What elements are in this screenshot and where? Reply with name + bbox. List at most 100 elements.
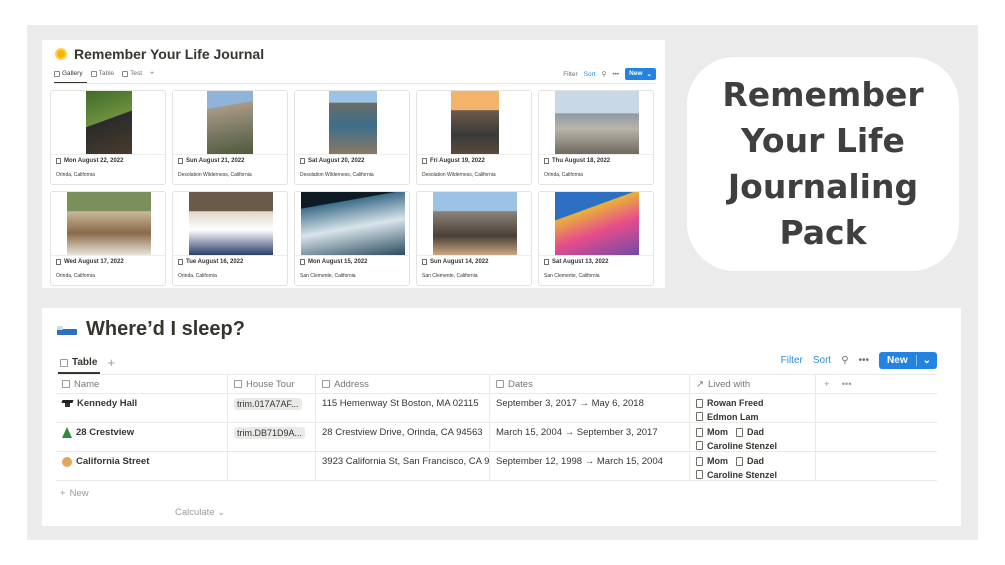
page-icon (422, 259, 427, 265)
card-date: Wed August 17, 2022 (56, 259, 124, 265)
cover-photo (451, 91, 499, 154)
gallery-card[interactable]: Tue August 16, 2022 Orinda, California (172, 191, 288, 286)
card-cover (51, 192, 165, 256)
calendar-icon (496, 380, 504, 388)
bed-icon (56, 323, 78, 337)
column-more-button[interactable]: ••• (842, 379, 852, 390)
column-header-house-tour[interactable]: House Tour (228, 375, 316, 393)
dates-cell[interactable]: March 15, 2004 → September 3, 2017 (490, 423, 690, 451)
table-row[interactable]: 28 Crestview trim.DB71D9A... 28 Crestview … (56, 423, 937, 452)
gallery-card[interactable]: Mon August 22, 2022 Orinda, California (50, 90, 166, 185)
page-icon (736, 427, 743, 437)
lived-with-cell[interactable]: Mom Dad Caroline Stenzel (690, 423, 816, 451)
add-column-button[interactable]: + (824, 379, 830, 390)
search-icon[interactable]: ⚲ (602, 70, 607, 78)
cover-photo (86, 91, 132, 154)
file-attachment[interactable]: trim.DB71D9A... (234, 427, 306, 439)
card-cover (173, 91, 287, 155)
cover-photo (555, 192, 639, 255)
address-cell[interactable]: 28 Crestview Drive, Orinda, CA 94563 (316, 423, 490, 451)
house-tour-cell[interactable] (228, 452, 316, 480)
tab-table[interactable]: Table (60, 357, 97, 368)
house-tour-cell[interactable]: trim.017A7AF... (228, 394, 316, 422)
dates-cell[interactable]: September 12, 1998 → March 15, 2004 (490, 452, 690, 480)
page-icon (422, 158, 427, 164)
add-view-button[interactable]: + (150, 70, 154, 77)
gallery-card[interactable]: Fri August 19, 2022 Desolation Wilderness… (416, 90, 532, 185)
gallery-card[interactable]: Wed August 17, 2022 Orinda, California (50, 191, 166, 286)
gallery-card[interactable]: Mon August 15, 2022 San Clemente, Califor… (294, 191, 410, 286)
column-header-address[interactable]: Address (316, 375, 490, 393)
name-cell[interactable]: Kennedy Hall (56, 394, 228, 422)
relation-item[interactable]: Dad (736, 426, 764, 438)
card-cover (295, 192, 409, 256)
gallery-title-text: Remember Your Life Journal (74, 46, 265, 62)
sleep-table: Name House Tour Address Dates ↗ Lived wit… (56, 374, 937, 481)
address-cell[interactable]: 3923 California St, San Francisco, CA 94 (316, 452, 490, 480)
gallery-card[interactable]: Thu August 18, 2022 Orinda, California (538, 90, 654, 185)
tab-test[interactable]: Test (122, 70, 142, 77)
new-row-button[interactable]: + New (60, 488, 89, 499)
column-header-dates[interactable]: Dates (490, 375, 690, 393)
add-view-button[interactable]: + (107, 355, 115, 370)
column-header-name[interactable]: Name (56, 375, 228, 393)
gallery-card[interactable]: Sat August 20, 2022 Desolation Wilderness… (294, 90, 410, 185)
relation-item[interactable]: Edmon Lam (696, 411, 759, 423)
card-cover (539, 192, 653, 256)
card-date: Sun August 14, 2022 (422, 259, 488, 265)
page-icon (56, 158, 61, 164)
filter-button[interactable]: Filter (781, 355, 803, 366)
gallery-card[interactable]: Sun August 21, 2022 Desolation Wilderness… (172, 90, 288, 185)
sort-button[interactable]: Sort (584, 71, 596, 78)
card-location: Orinda, California (544, 172, 583, 178)
card-location: San Clemente, California (300, 273, 356, 279)
cover-photo (555, 91, 639, 154)
name-cell[interactable]: California Street (56, 452, 228, 480)
search-icon[interactable]: ⚲ (841, 355, 848, 366)
relation-item[interactable]: Mom (696, 455, 728, 467)
gallery-card[interactable]: Sun August 14, 2022 San Clemente, Califor… (416, 191, 532, 286)
relation-item[interactable]: Caroline Stenzel (696, 440, 777, 452)
file-attachment[interactable]: trim.017A7AF... (234, 398, 302, 410)
card-location: San Clemente, California (544, 273, 600, 279)
more-button[interactable]: ••• (859, 355, 870, 366)
lived-with-cell[interactable]: Mom Dad Caroline Stenzel (690, 452, 816, 480)
table-row[interactable]: Kennedy Hall trim.017A7AF... 115 Hemenway … (56, 394, 937, 423)
page-icon (696, 470, 703, 479)
lived-with-cell[interactable]: Rowan Freed Edmon Lam (690, 394, 816, 422)
gallery-icon (54, 70, 60, 77)
lines-icon (322, 380, 330, 388)
cover-photo (433, 192, 517, 255)
dates-cell[interactable]: September 3, 2017 → May 6, 2018 (490, 394, 690, 422)
card-date: Mon August 22, 2022 (56, 158, 123, 164)
tab-table[interactable]: Table (90, 70, 114, 77)
new-button[interactable]: New ⌄ (625, 68, 656, 80)
sort-button[interactable]: Sort (813, 355, 831, 366)
relation-item[interactable]: Rowan Freed (696, 397, 764, 409)
more-button[interactable]: ••• (612, 71, 619, 78)
calculate-button[interactable]: Calculate ⌄ (175, 507, 225, 518)
link-icon (234, 380, 242, 388)
relation-item[interactable]: Caroline Stenzel (696, 469, 777, 481)
relation-item[interactable]: Dad (736, 455, 764, 467)
table-row[interactable]: California Street 3923 California St, San… (56, 452, 937, 481)
card-cover (173, 192, 287, 256)
filter-button[interactable]: Filter (563, 71, 577, 78)
page-icon (56, 259, 61, 265)
tab-gallery[interactable]: Gallery (54, 70, 83, 77)
new-button[interactable]: New ⌄ (879, 352, 937, 369)
house-tour-cell[interactable]: trim.DB71D9A... (228, 423, 316, 451)
chevron-down-icon: ⌄ (915, 355, 931, 366)
gallery-card[interactable]: Sat August 13, 2022 San Clemente, Califor… (538, 191, 654, 286)
address-cell[interactable]: 115 Hemenway St Boston, MA 02115 (316, 394, 490, 422)
name-cell[interactable]: 28 Crestview (56, 423, 228, 451)
card-date: Thu August 18, 2022 (544, 158, 610, 164)
table-icon (60, 358, 68, 367)
sun-icon (54, 47, 68, 61)
column-header-lived-with[interactable]: ↗ Lived with (690, 375, 816, 393)
relation-item[interactable]: Mom (696, 426, 728, 438)
empty-cell (816, 423, 937, 451)
empty-cell (816, 394, 937, 422)
table-icon (122, 70, 129, 77)
gallery-title: Remember Your Life Journal (54, 46, 264, 62)
